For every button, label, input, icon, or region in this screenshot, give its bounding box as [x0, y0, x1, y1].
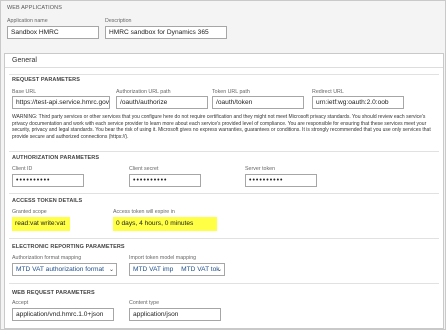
web-application-form: WEB APPLICATIONS Application name Sandbo…	[0, 0, 446, 330]
er-params-title: ELECTRONIC REPORTING PARAMETERS	[12, 244, 125, 250]
import-token-label: Import token model mapping	[129, 255, 197, 261]
description-field[interactable]: HMRC sandbox for Dynamics 365	[105, 26, 227, 39]
client-secret-label: Client secret	[129, 166, 159, 172]
description-label: Description	[105, 18, 132, 24]
redirect-url-field[interactable]: urn:ietf:wg:oauth:2.0:oob	[312, 96, 404, 109]
import-token-select[interactable]: MTD VAT imp MTD VAT tok ⌄	[129, 263, 225, 276]
auth-url-label: Authorization URL path	[116, 89, 171, 95]
content-type-label: Content type	[129, 300, 160, 306]
redirect-url-label: Redirect URL	[312, 89, 344, 95]
divider	[9, 74, 439, 75]
base-url-field[interactable]: https://test-api.service.hmrc.gov.u	[12, 96, 110, 109]
granted-scope-value: read:vat write:vat	[15, 220, 66, 227]
divider	[9, 283, 439, 284]
token-details-title: ACCESS TOKEN DETAILS	[12, 198, 83, 204]
auth-params-title: AUTHORIZATION PARAMETERS	[12, 155, 100, 161]
divider	[9, 238, 439, 239]
security-warning-text: WARNING: Third party services or other s…	[12, 114, 431, 140]
base-url-label: Base URL	[12, 89, 37, 95]
client-id-field[interactable]: ••••••••••	[12, 174, 84, 187]
server-token-label: Server token	[245, 166, 276, 172]
client-id-label: Client ID	[12, 166, 33, 172]
token-url-label: Token URL path	[212, 89, 250, 95]
accept-label: Accept	[12, 300, 29, 306]
expire-value: 0 days, 4 hours, 0 minutes	[116, 220, 194, 227]
auth-url-field[interactable]: /oauth/authorize	[116, 96, 208, 109]
request-params-title: REQUEST PARAMETERS	[12, 77, 81, 83]
import-token-value-1: MTD VAT imp	[133, 266, 174, 273]
chevron-down-icon[interactable]: ⌄	[109, 266, 114, 274]
app-name-label: Application name	[7, 18, 48, 24]
content-type-field[interactable]: application/json	[129, 308, 221, 321]
client-secret-field[interactable]: ••••••••••	[129, 174, 201, 187]
divider	[9, 151, 439, 152]
token-url-field[interactable]: /oauth/token	[212, 96, 304, 109]
general-panel: General REQUEST PARAMETERS Base URL http…	[4, 53, 444, 329]
granted-scope-label: Granted scope	[12, 209, 47, 215]
web-request-title: WEB REQUEST PARAMETERS	[12, 290, 95, 296]
server-token-field[interactable]: ••••••••••	[245, 174, 317, 187]
auth-format-value: MTD VAT authorization format	[16, 266, 104, 273]
app-name-field[interactable]: Sandbox HMRC	[7, 26, 99, 39]
auth-format-select[interactable]: MTD VAT authorization format ⌄	[12, 263, 117, 276]
chevron-down-icon[interactable]: ⌄	[217, 266, 222, 274]
accept-field[interactable]: application/vnd.hmrc.1.0+json	[12, 308, 114, 321]
auth-format-label: Authorization format mapping	[12, 255, 82, 261]
divider	[9, 193, 439, 194]
expire-label: Access token will expire in	[113, 209, 175, 215]
import-token-value-2: MTD VAT tok	[181, 266, 220, 273]
page-header: WEB APPLICATIONS	[7, 5, 62, 11]
general-tab-label: General	[12, 57, 37, 64]
general-tab[interactable]: General	[5, 54, 443, 68]
